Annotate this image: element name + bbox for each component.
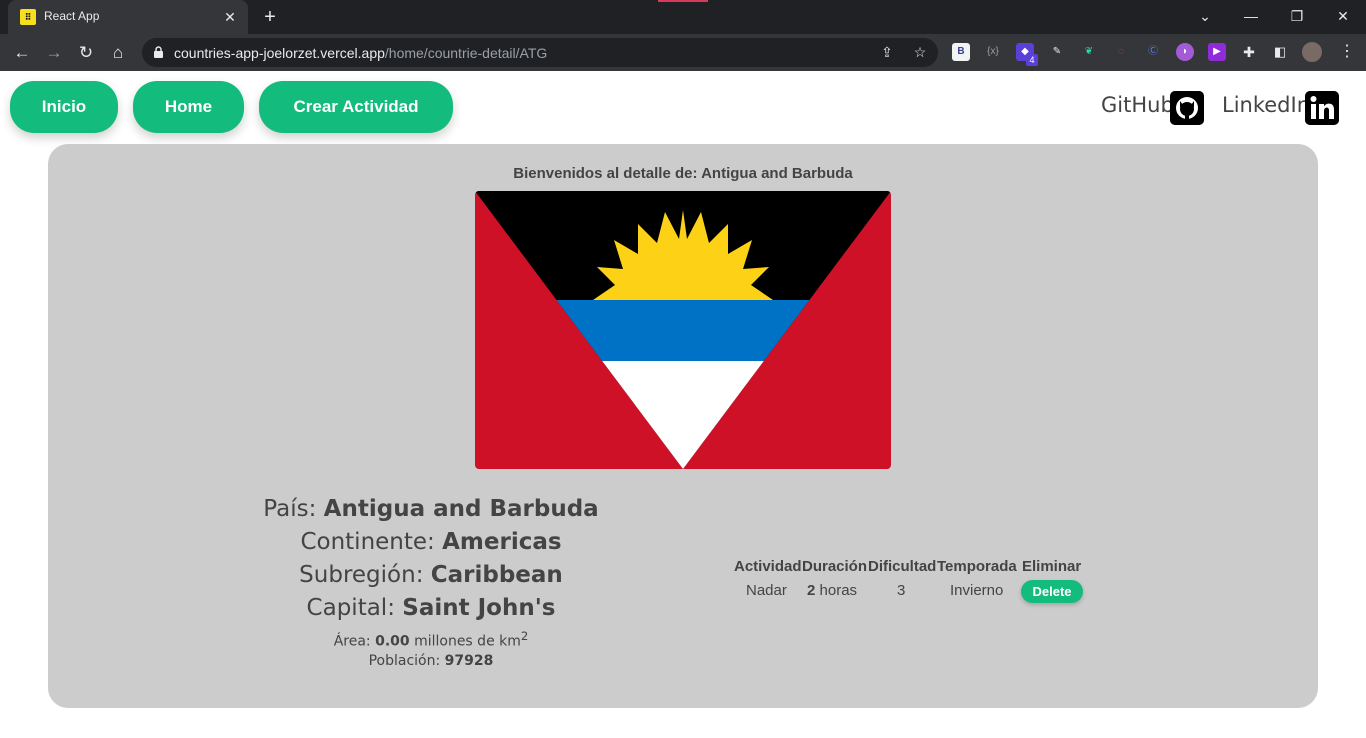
extension-badge: 4 <box>1026 54 1038 66</box>
url-text: countries-app-joelorzet.vercel.app/home/… <box>174 45 547 61</box>
extension-b-icon[interactable]: B <box>952 43 970 61</box>
close-window-icon[interactable]: ✕ <box>1328 4 1358 28</box>
area-row: Área: 0.00 millones de km2 <box>231 627 631 652</box>
new-tab-icon[interactable]: + <box>258 6 282 30</box>
population-label: Población: <box>368 652 441 669</box>
extensions-puzzle-icon[interactable]: ✚ <box>1240 43 1258 61</box>
header-eliminar: Eliminar <box>1022 558 1082 575</box>
activity-season: Invierno <box>950 582 1004 599</box>
capital-row: Capital: Saint John's <box>231 592 631 625</box>
browser-toolbar: ← → ↻ ⌂ countries-app-joelorzet.vercel.a… <box>0 34 1366 71</box>
browser-tab[interactable]: ⠿ React App ✕ <box>8 0 248 34</box>
extension-pen-icon[interactable]: ✎ <box>1048 43 1066 61</box>
duration-value: 2 <box>807 582 816 599</box>
country-flag-image <box>475 191 891 469</box>
react-icon: ⠿ <box>20 9 36 25</box>
side-panel-icon[interactable]: ◧ <box>1271 43 1289 61</box>
tab-indicator <box>658 0 708 2</box>
extension-c-icon[interactable]: Ⓒ <box>1144 43 1162 61</box>
url-path: /home/countrie-detail/ATG <box>384 45 548 61</box>
area-superscript: 2 <box>520 629 529 643</box>
url-domain: countries-app-joelorzet.vercel.app <box>174 45 385 61</box>
back-icon[interactable]: ← <box>10 41 34 65</box>
crear-actividad-button[interactable]: Crear Actividad <box>259 81 453 133</box>
activity-name: Nadar <box>746 582 787 599</box>
continent-label: Continente: <box>300 529 435 555</box>
address-bar[interactable]: countries-app-joelorzet.vercel.app/home/… <box>142 38 938 67</box>
duration-unit: horas <box>819 582 858 599</box>
inicio-button[interactable]: Inicio <box>10 81 118 133</box>
forward-icon[interactable]: → <box>42 41 66 65</box>
capital-value: Saint John's <box>402 595 556 621</box>
tab-title: React App <box>44 9 100 23</box>
close-tab-icon[interactable]: ✕ <box>220 7 240 27</box>
share-icon[interactable]: ⇪ <box>877 42 897 62</box>
browser-tab-bar: ⠿ React App ✕ + ⌄ — ❐ ✕ <box>0 0 1366 34</box>
continent-value: Americas <box>442 529 562 555</box>
bookmark-star-icon[interactable]: ☆ <box>910 42 930 62</box>
population-row: Población: 97928 <box>231 652 631 671</box>
github-link[interactable]: GitHub <box>1101 93 1174 117</box>
header-dificultad: Dificultad <box>868 558 937 575</box>
country-name-row: País: Antigua and Barbuda <box>231 493 631 526</box>
area-label: Área: <box>333 633 371 650</box>
profile-avatar[interactable] <box>1302 42 1322 62</box>
area-value: 0.00 <box>375 633 410 650</box>
tab-search-icon[interactable]: ⌄ <box>1190 4 1220 28</box>
minimize-icon[interactable]: — <box>1236 4 1266 28</box>
github-icon[interactable] <box>1170 91 1204 125</box>
activity-difficulty: 3 <box>897 582 906 599</box>
capital-label: Capital: <box>306 595 395 621</box>
population-value: 97928 <box>444 652 494 669</box>
area-unit: millones de km <box>414 633 521 650</box>
country-detail-card: Bienvenidos al detalle de: Antigua and B… <box>48 144 1318 708</box>
linkedin-icon[interactable] <box>1305 91 1339 125</box>
extension-braces-icon[interactable]: {x} <box>984 43 1002 61</box>
menu-kebab-icon[interactable]: ⋮ <box>1338 43 1356 61</box>
header-temporada: Temporada <box>937 558 1017 575</box>
activity-duration: 2 horas <box>807 582 857 599</box>
extension-circle-icon[interactable]: ◌ <box>1112 43 1130 61</box>
lock-icon <box>154 46 163 58</box>
subregion-value: Caribbean <box>430 562 563 588</box>
continent-row: Continente: Americas <box>231 526 631 559</box>
page-content: Inicio Home Crear Actividad GitHub Linke… <box>0 71 1366 738</box>
extension-pill-icon[interactable]: ◗ <box>1176 43 1194 61</box>
country-label: País: <box>263 496 317 522</box>
country-info: País: Antigua and Barbuda Continente: Am… <box>231 493 631 671</box>
linkedin-link[interactable]: LinkedIn <box>1222 93 1310 117</box>
reload-icon[interactable]: ↻ <box>74 41 98 65</box>
home-icon[interactable]: ⌂ <box>106 41 130 65</box>
subregion-label: Subregión: <box>299 562 424 588</box>
subregion-row: Subregión: Caribbean <box>231 559 631 592</box>
header-actividad: Actividad <box>734 558 802 575</box>
extension-leaf-icon[interactable]: ❦ <box>1080 43 1098 61</box>
header-duracion: Duración <box>802 558 868 575</box>
home-button[interactable]: Home <box>133 81 244 133</box>
extension-play-icon[interactable]: ▶ <box>1208 43 1226 61</box>
delete-button[interactable]: Delete <box>1021 580 1083 603</box>
restore-icon[interactable]: ❐ <box>1282 4 1312 28</box>
country-name: Antigua and Barbuda <box>323 496 599 522</box>
welcome-heading: Bienvenidos al detalle de: Antigua and B… <box>513 165 853 182</box>
